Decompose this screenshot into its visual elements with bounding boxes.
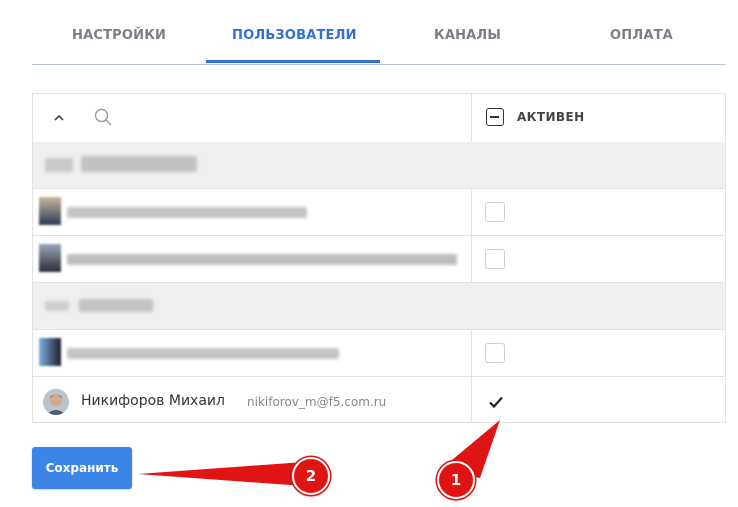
blurred-content <box>79 299 153 312</box>
tab-bar: НАСТРОЙКИ ПОЛЬЗОВАТЕЛИ КАНАЛЫ ОПЛАТА <box>32 0 726 65</box>
save-button[interactable]: Сохранить <box>32 447 132 489</box>
blurred-content <box>67 348 339 359</box>
avatar <box>39 338 61 366</box>
active-checkbox[interactable] <box>485 249 505 269</box>
blurred-content <box>45 301 69 311</box>
avatar <box>43 389 69 415</box>
active-checkbox[interactable] <box>485 202 505 222</box>
active-checkbox[interactable] <box>485 391 505 411</box>
blurred-content <box>67 254 457 265</box>
tab-settings[interactable]: НАСТРОЙКИ <box>72 28 166 43</box>
users-table: АКТИВЕН Никифоров Михаил nikiforov_m@f5.… <box>32 93 726 423</box>
avatar <box>39 197 61 225</box>
active-tab-indicator <box>206 60 380 63</box>
active-checkbox[interactable] <box>485 343 505 363</box>
table-header: АКТИВЕН <box>33 94 725 143</box>
table-row[interactable]: Никифоров Михаил nikiforov_m@f5.com.ru <box>33 377 725 423</box>
tab-users[interactable]: ПОЛЬЗОВАТЕЛИ <box>232 28 357 43</box>
search-icon[interactable] <box>93 107 113 127</box>
tab-payment[interactable]: ОПЛАТА <box>610 28 673 43</box>
chevron-up-icon[interactable] <box>51 110 67 126</box>
blurred-content <box>67 207 307 218</box>
table-row[interactable] <box>33 236 725 283</box>
checkmark-icon <box>489 396 503 409</box>
blurred-content <box>81 156 197 172</box>
user-email: nikiforov_m@f5.com.ru <box>247 395 387 409</box>
annotation-badge-2: 2 <box>292 457 330 495</box>
group-row[interactable] <box>33 283 725 330</box>
select-all-checkbox[interactable] <box>486 108 504 126</box>
table-row[interactable] <box>33 330 725 377</box>
annotation-arrow-2 <box>138 462 304 486</box>
user-name: Никифоров Михаил <box>81 393 225 409</box>
blurred-content <box>45 158 73 172</box>
table-row[interactable] <box>33 189 725 236</box>
group-row[interactable] <box>33 142 725 189</box>
column-header-active: АКТИВЕН <box>517 110 585 124</box>
tab-channels[interactable]: КАНАЛЫ <box>434 28 501 43</box>
user-photo-icon <box>43 389 69 415</box>
avatar <box>39 244 61 272</box>
annotation-badge-1: 1 <box>437 461 475 499</box>
